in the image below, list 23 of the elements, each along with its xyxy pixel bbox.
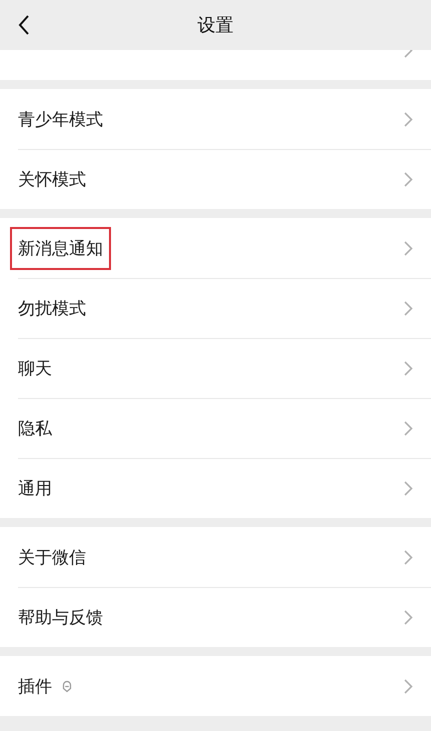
chevron-right-icon: [404, 610, 413, 624]
chevron-right-icon: [404, 420, 413, 436]
row-label: 青少年模式: [18, 108, 103, 130]
chevron-right-icon: [404, 172, 413, 186]
page-title: 设置: [198, 14, 234, 37]
row-label: 通用: [18, 478, 52, 500]
chevron-right-icon: [404, 678, 413, 694]
back-icon: [18, 15, 30, 35]
chevron-right-icon: [404, 240, 413, 256]
row-label: 帮助与反馈: [18, 606, 103, 628]
row-label: 关怀模式: [18, 168, 86, 190]
chevron-right-icon: [404, 112, 413, 126]
row-label: 插件: [18, 676, 52, 698]
chevron-right-icon: [404, 550, 413, 564]
row-label: 关于微信: [18, 546, 86, 568]
plugin-icon: [62, 680, 72, 692]
chevron-right-icon: [404, 300, 413, 316]
row-label: 聊天: [18, 358, 52, 380]
row-label: 新消息通知: [12, 228, 109, 268]
chevron-right-icon: [404, 480, 413, 496]
chevron-right-icon: [404, 360, 413, 376]
row-label: 勿扰模式: [18, 298, 86, 320]
row-label: 隐私: [18, 418, 52, 440]
